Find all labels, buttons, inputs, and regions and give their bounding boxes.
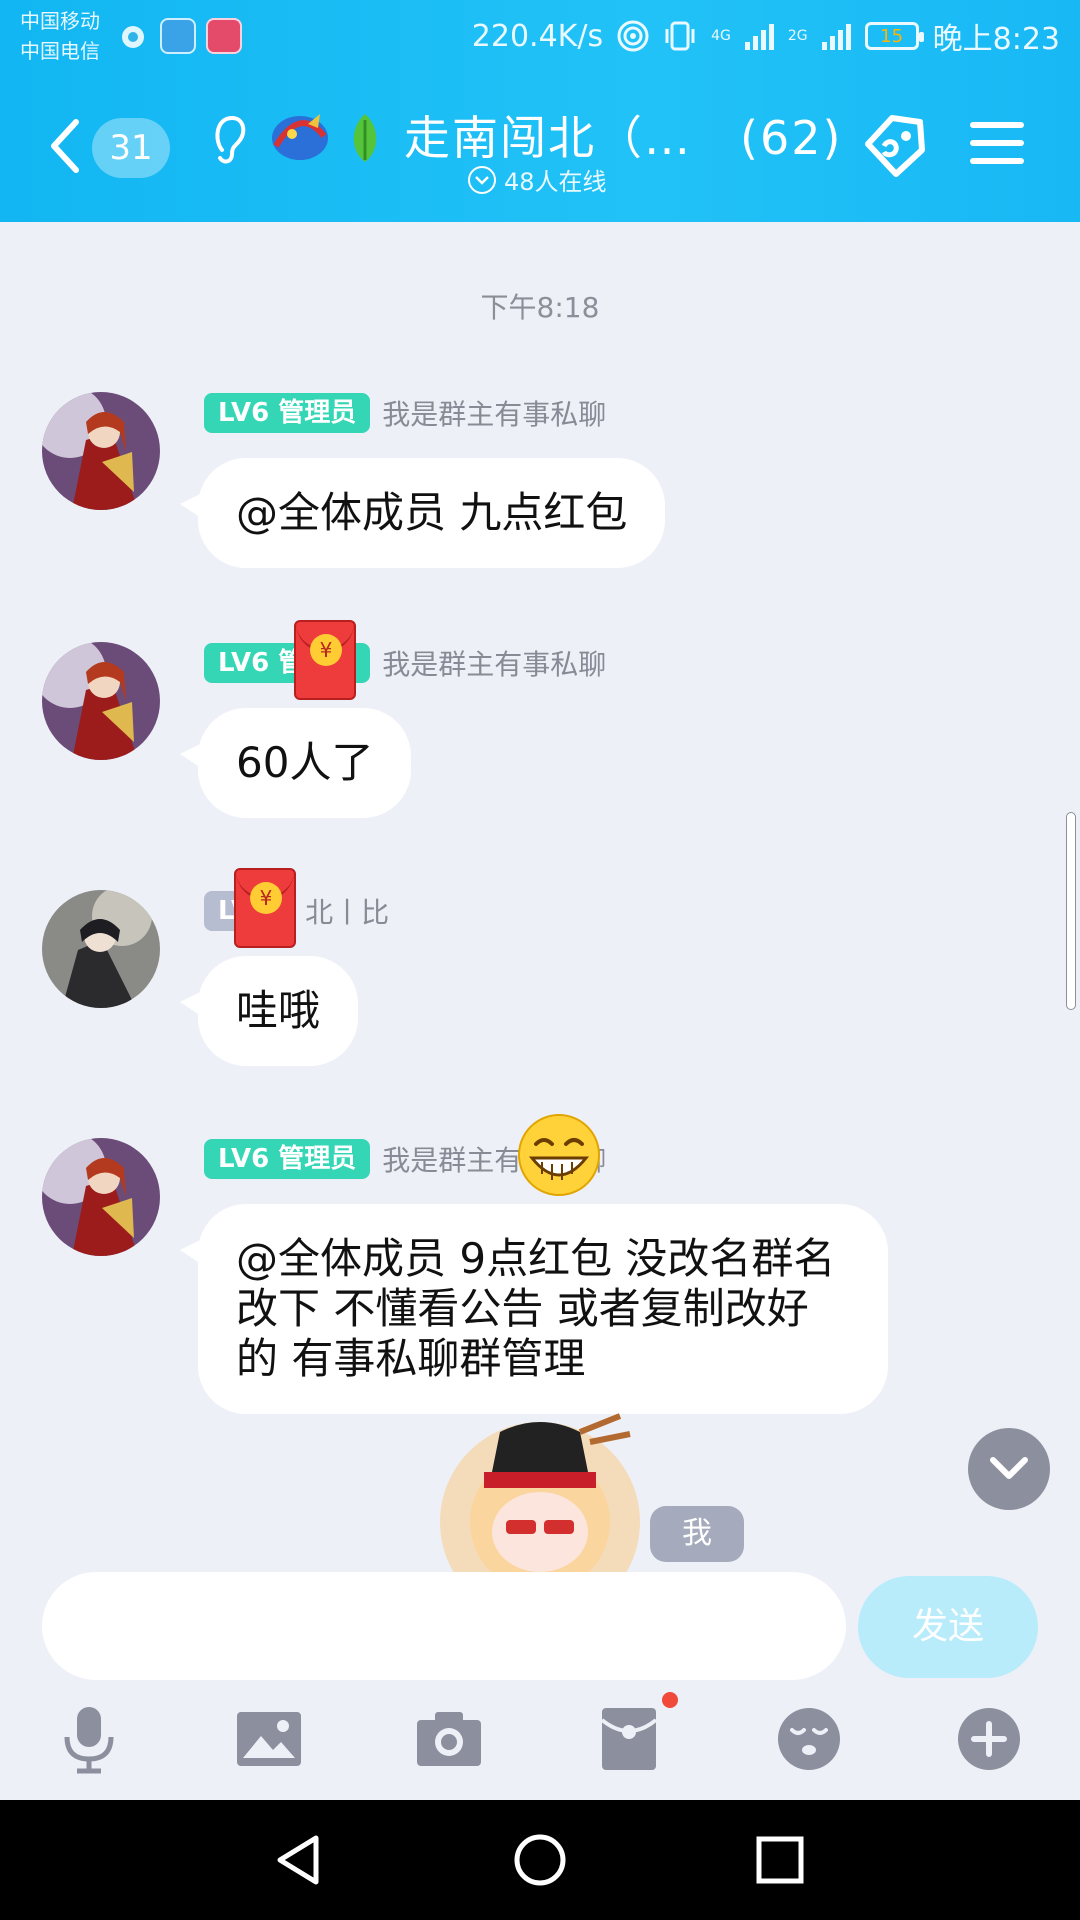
nav-back-icon[interactable] — [270, 1830, 330, 1890]
redpacket-icon[interactable]: ¥ — [294, 620, 356, 700]
game-notify-icon — [206, 18, 242, 54]
message-meta: LV 北丨比 — [204, 890, 389, 932]
camera-icon — [417, 1712, 481, 1766]
message-bubble[interactable]: @全体成员 9点红包 没改名群名改下 不懂看公告 或者复制改好的 有事私聊群管理 — [180, 1204, 888, 1414]
signal-4g-icon — [744, 22, 774, 50]
redpacket-icon — [600, 1708, 658, 1770]
member-count: (62) — [740, 111, 843, 165]
carrier-2: 中国电信 — [20, 39, 100, 63]
app-header: 中国移动 中国电信 220.4K/s 4G 2G 15 晚上8:23 31 走南… — [0, 0, 1080, 222]
mic-button[interactable] — [52, 1702, 126, 1776]
avatar[interactable] — [42, 1138, 160, 1256]
input-toolbar — [0, 1692, 1080, 1792]
sender-nickname[interactable]: 我是群主有事私聊 — [382, 393, 606, 433]
more-button[interactable] — [952, 1702, 1026, 1776]
message-timestamp: 下午8:18 — [480, 291, 600, 324]
battery-icon: 15 — [864, 22, 924, 50]
carrier-info: 中国移动 中国电信 — [20, 6, 100, 66]
group-title[interactable]: 走南闯北（… (62) — [404, 102, 842, 168]
online-count: 48人在线 — [504, 168, 607, 196]
message-bubble[interactable]: 哇哦 — [179, 956, 359, 1066]
level-badge: LV6 管理员 — [204, 1139, 371, 1179]
camera-button[interactable] — [412, 1702, 486, 1776]
leaf-icon — [353, 114, 377, 162]
chevron-down-icon — [468, 165, 496, 194]
image-button[interactable] — [232, 1702, 306, 1776]
message-item: LV6 管理员 我是群主有事私聊 @全体成员 九点红包 — [0, 392, 1080, 612]
message-bubble[interactable]: @全体成员 九点红包 — [179, 458, 666, 568]
nav-home-icon[interactable] — [510, 1830, 570, 1890]
status-bar: 中国移动 中国电信 220.4K/s 4G 2G 15 晚上8:23 — [0, 0, 1080, 80]
mic-icon — [64, 1707, 114, 1774]
back-icon[interactable] — [46, 116, 86, 176]
me-label[interactable]: 我 — [650, 1506, 744, 1562]
group-name: 走南闯北（… — [404, 111, 692, 165]
carrier-1: 中国移动 — [20, 9, 100, 33]
nav-recents-icon[interactable] — [750, 1830, 810, 1890]
avatar[interactable] — [42, 642, 160, 760]
status-time: 晚上8:23 — [932, 22, 1060, 57]
grin-emoji-icon — [518, 1114, 600, 1196]
chevron-down-icon — [990, 1457, 1028, 1479]
avatar[interactable] — [42, 890, 160, 1008]
message-meta: LV6 管理员 我是群主有事私聊 — [204, 392, 606, 434]
chat-nav-bar: 31 走南闯北（… (62) 48人在线 — [0, 90, 1080, 220]
signal-2g-icon — [821, 22, 851, 50]
hotspot-icon — [122, 26, 144, 48]
app-notify-icon — [160, 18, 196, 54]
online-status[interactable]: 48人在线 — [468, 162, 607, 197]
emoji-button[interactable] — [772, 1702, 846, 1776]
net-4g-label: 4G — [711, 28, 731, 44]
net-speed: 220.4K/s — [471, 18, 604, 54]
menu-icon[interactable] — [970, 122, 1024, 168]
unread-count-badge[interactable]: 31 — [92, 118, 170, 178]
emoji-icon — [778, 1708, 840, 1770]
ear-icon[interactable] — [210, 110, 250, 170]
redpacket-button[interactable] — [592, 1692, 678, 1776]
sender-nickname[interactable]: 北丨比 — [305, 891, 389, 931]
send-button[interactable]: 发送 — [858, 1576, 1038, 1678]
scrollbar[interactable] — [1066, 812, 1076, 1010]
dragon-badge-icon — [272, 114, 328, 160]
plus-icon — [958, 1708, 1020, 1770]
message-item: LV6 管理员 我是群主有事私聊 @全体成员 9点红包 没改名群名改下 不懂看公… — [0, 1114, 1080, 1458]
tag-icon[interactable] — [858, 108, 930, 180]
message-item: LV 北丨比 哇哦 ¥ — [0, 868, 1080, 1110]
system-nav-bar — [0, 1800, 1080, 1920]
message-meta: LV6 管理员 我是群主有事私聊 — [204, 642, 606, 684]
notification-dot — [662, 1692, 678, 1708]
hotspot-status-icon — [617, 20, 649, 52]
level-badge: LV6 管理员 — [204, 393, 371, 433]
image-icon — [237, 1712, 301, 1766]
chat-area[interactable]: 下午8:18 LV6 管理员 我是群主有事私聊 @全体成员 九点红包 LV6 管… — [0, 222, 1080, 1572]
message-item: LV6 管理员 我是群主有事私聊 60人了 ¥ — [0, 620, 1080, 862]
message-bubble[interactable]: 60人了 — [179, 708, 412, 818]
sender-nickname[interactable]: 我是群主有事私聊 — [382, 643, 606, 683]
santa-hat-sticker-icon — [440, 1413, 640, 1572]
status-right: 220.4K/s 4G 2G 15 晚上8:23 — [472, 14, 1060, 58]
net-2g-label: 2G — [787, 28, 808, 44]
vibrate-icon — [665, 21, 695, 51]
scroll-to-bottom-button[interactable] — [968, 1428, 1050, 1510]
message-input[interactable] — [42, 1572, 846, 1680]
input-area: 发送 — [0, 1572, 1080, 1800]
redpacket-icon[interactable]: ¥ — [234, 868, 296, 948]
avatar[interactable] — [42, 392, 160, 510]
battery-level: 15 — [880, 25, 904, 47]
